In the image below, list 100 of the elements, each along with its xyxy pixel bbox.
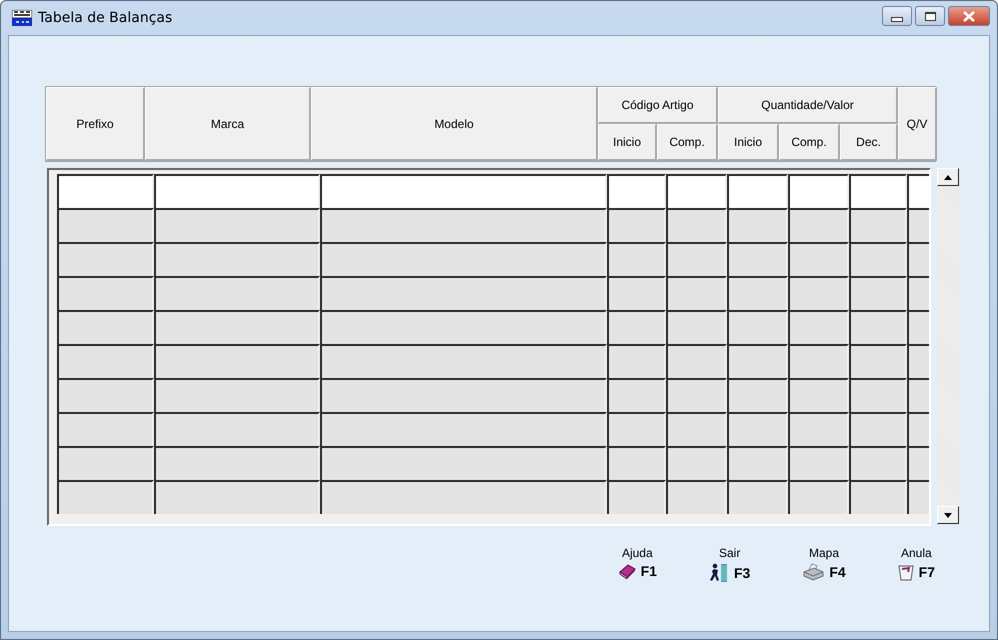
- table-cell[interactable]: [154, 208, 320, 242]
- column-header: Modelo: [311, 87, 598, 161]
- table-cell[interactable]: [727, 208, 788, 242]
- table-cell[interactable]: [727, 412, 788, 446]
- function-key-button[interactable]: Anula F7: [898, 546, 935, 583]
- scrollbar[interactable]: [937, 168, 961, 524]
- table-cell[interactable]: [57, 378, 154, 412]
- table-cell[interactable]: [320, 412, 607, 446]
- scroll-down-button[interactable]: [937, 506, 959, 524]
- table-cell[interactable]: [607, 480, 666, 514]
- table-cell[interactable]: [607, 378, 666, 412]
- table-cell[interactable]: [57, 310, 154, 344]
- close-icon: [962, 10, 976, 22]
- table-cell[interactable]: [727, 242, 788, 276]
- table-cell[interactable]: [727, 378, 788, 412]
- table-cell[interactable]: [607, 344, 666, 378]
- table-cell[interactable]: [154, 310, 320, 344]
- table-cell[interactable]: [666, 480, 727, 514]
- maximize-button[interactable]: [915, 6, 945, 26]
- scroll-up-button[interactable]: [937, 168, 959, 186]
- table-cell[interactable]: [849, 446, 907, 480]
- table-cell[interactable]: [154, 242, 320, 276]
- column-header: Q/V: [898, 87, 937, 161]
- table-cell[interactable]: [727, 276, 788, 310]
- table-cell[interactable]: [57, 446, 154, 480]
- table-cell[interactable]: [788, 480, 849, 514]
- table-cell[interactable]: [727, 446, 788, 480]
- table-cell[interactable]: [849, 378, 907, 412]
- table-cell[interactable]: [320, 344, 607, 378]
- person-at-door-icon: [708, 563, 729, 583]
- table-cell[interactable]: [320, 242, 607, 276]
- table-cell[interactable]: [849, 310, 907, 344]
- table-cell[interactable]: [727, 344, 788, 378]
- function-key-button[interactable]: Mapa F4: [802, 546, 846, 583]
- table-cell[interactable]: [666, 412, 727, 446]
- table-cell[interactable]: [788, 446, 849, 480]
- table-cell[interactable]: [666, 378, 727, 412]
- table-cell[interactable]: [607, 242, 666, 276]
- table-cell[interactable]: [320, 480, 607, 514]
- table-cell[interactable]: [154, 174, 320, 208]
- table-cell[interactable]: [154, 378, 320, 412]
- table-cell[interactable]: [788, 276, 849, 310]
- close-button[interactable]: [948, 6, 990, 26]
- table-cell[interactable]: [320, 310, 607, 344]
- table-cell[interactable]: [727, 174, 788, 208]
- printer-icon: [802, 563, 824, 581]
- minimize-button[interactable]: [882, 6, 912, 26]
- table-cell[interactable]: [788, 412, 849, 446]
- table-cell[interactable]: [154, 276, 320, 310]
- table-cell[interactable]: [154, 344, 320, 378]
- table-cell[interactable]: [320, 378, 607, 412]
- table-cell[interactable]: [154, 412, 320, 446]
- table-cell[interactable]: [727, 480, 788, 514]
- column-header: Inicio: [598, 124, 657, 161]
- table-cell[interactable]: [849, 276, 907, 310]
- table-cell[interactable]: [849, 480, 907, 514]
- table-cell[interactable]: [666, 446, 727, 480]
- function-key-button[interactable]: Sair F3: [708, 546, 750, 583]
- table-cell[interactable]: [607, 412, 666, 446]
- table-cell[interactable]: [607, 446, 666, 480]
- table-cell[interactable]: [320, 208, 607, 242]
- table-cell[interactable]: [849, 208, 907, 242]
- table-cell[interactable]: [849, 174, 907, 208]
- table-cell[interactable]: [788, 174, 849, 208]
- table-cell[interactable]: [57, 276, 154, 310]
- table-cell[interactable]: [849, 412, 907, 446]
- table-cell[interactable]: [57, 174, 154, 208]
- table-cell[interactable]: [154, 446, 320, 480]
- table-cell[interactable]: [666, 174, 727, 208]
- table-cell[interactable]: [320, 276, 607, 310]
- table-cell[interactable]: [666, 208, 727, 242]
- table-cell[interactable]: [788, 310, 849, 344]
- column-header: Marca: [145, 87, 311, 161]
- table-cell[interactable]: [788, 208, 849, 242]
- table-cell[interactable]: [607, 208, 666, 242]
- table-cell[interactable]: [788, 242, 849, 276]
- table-cell[interactable]: [607, 174, 666, 208]
- table-cell[interactable]: [849, 242, 907, 276]
- column-header: Prefixo: [46, 87, 145, 161]
- table-cell[interactable]: [666, 242, 727, 276]
- table-cell[interactable]: [849, 344, 907, 378]
- table-cell[interactable]: [57, 344, 154, 378]
- table-cell[interactable]: [607, 276, 666, 310]
- function-key-button[interactable]: Ajuda F1: [618, 546, 657, 583]
- table-cell[interactable]: [57, 242, 154, 276]
- table-cell[interactable]: [666, 344, 727, 378]
- table-cell[interactable]: [788, 378, 849, 412]
- table-cell[interactable]: [727, 310, 788, 344]
- table-cell[interactable]: [320, 446, 607, 480]
- table-cell[interactable]: [788, 344, 849, 378]
- table-cell[interactable]: [320, 174, 607, 208]
- table-cell[interactable]: [666, 310, 727, 344]
- column-header: Inicio: [718, 124, 779, 161]
- table-cell[interactable]: [57, 412, 154, 446]
- table-cell[interactable]: [57, 480, 154, 514]
- table-cell[interactable]: [57, 208, 154, 242]
- table-cell[interactable]: [666, 276, 727, 310]
- table-cell[interactable]: [607, 310, 666, 344]
- arrow-up-icon: [944, 174, 952, 180]
- table-cell[interactable]: [154, 480, 320, 514]
